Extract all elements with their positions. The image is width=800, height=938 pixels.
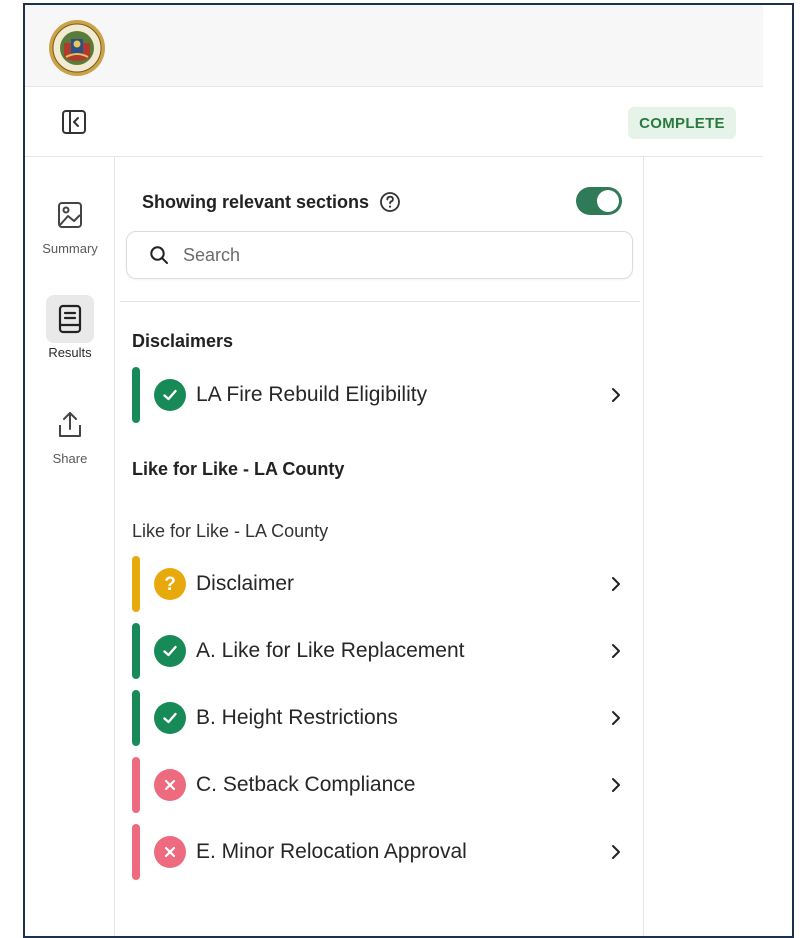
x-icon	[154, 836, 186, 868]
relevant-sections-toggle[interactable]	[576, 187, 622, 215]
chevron-right-icon	[606, 385, 626, 405]
result-item[interactable]: A. Like for Like Replacement	[132, 623, 632, 679]
status-bar	[132, 367, 140, 423]
nav-label-results: Results	[48, 345, 92, 360]
sidebar-collapse-icon	[62, 110, 86, 134]
nav-item-share[interactable]: Share	[25, 401, 115, 466]
status-bar	[132, 824, 140, 880]
check-icon	[154, 379, 186, 411]
check-icon	[154, 635, 186, 667]
result-item[interactable]: B. Height Restrictions	[132, 690, 632, 746]
chevron-right-icon	[606, 708, 626, 728]
result-label: Disclaimer	[196, 572, 295, 595]
nav-label-share: Share	[52, 451, 88, 466]
status-badge: COMPLETE	[628, 107, 736, 139]
result-item[interactable]: E. Minor Relocation Approval	[132, 824, 632, 880]
result-label: A. Like for Like Replacement	[196, 639, 465, 662]
search-input[interactable]	[183, 244, 603, 266]
question-icon: ?	[154, 568, 186, 600]
search-icon	[150, 246, 168, 264]
left-nav-rail: Summary Results Share	[25, 157, 115, 936]
result-item[interactable]: ? Disclaimer	[132, 556, 632, 612]
x-icon	[154, 769, 186, 801]
results-panel: Showing relevant sections Disclaimers	[116, 157, 644, 936]
toolbar: COMPLETE	[25, 87, 763, 157]
chevron-right-icon	[606, 641, 626, 661]
sidebar-collapse-button[interactable]	[59, 107, 89, 137]
chevron-right-icon	[606, 842, 626, 862]
check-icon	[154, 702, 186, 734]
section-heading-disclaimers: Disclaimers	[132, 331, 234, 351]
share-icon	[46, 401, 94, 449]
county-seal-logo	[48, 19, 106, 77]
top-header	[25, 5, 763, 87]
status-bar	[132, 690, 140, 746]
document-icon	[46, 295, 94, 343]
app-window: COMPLETE Summary Results Share Showing r…	[23, 3, 794, 938]
status-bar	[132, 556, 140, 612]
nav-item-results[interactable]: Results	[25, 295, 115, 360]
result-label: E. Minor Relocation Approval	[196, 840, 467, 863]
chevron-right-icon	[606, 574, 626, 594]
section-heading-like-for-like: Like for Like - LA County	[132, 459, 345, 479]
chevron-right-icon	[606, 775, 626, 795]
search-box[interactable]	[126, 231, 633, 279]
result-label: B. Height Restrictions	[196, 706, 398, 729]
result-label: LA Fire Rebuild Eligibility	[196, 383, 428, 406]
nav-label-summary: Summary	[42, 241, 98, 256]
help-icon[interactable]	[379, 191, 401, 213]
toggle-knob	[597, 190, 619, 212]
nav-item-summary[interactable]: Summary	[25, 191, 115, 256]
result-item[interactable]: LA Fire Rebuild Eligibility	[132, 367, 632, 423]
result-label: C. Setback Compliance	[196, 773, 416, 796]
status-bar	[132, 623, 140, 679]
result-item[interactable]: C. Setback Compliance	[132, 757, 632, 813]
divider	[120, 301, 640, 302]
relevant-sections-label: Showing relevant sections	[142, 191, 370, 212]
relevant-sections-row: Showing relevant sections	[142, 187, 622, 217]
image-icon	[46, 191, 94, 239]
section-subheading-like-for-like: Like for Like - LA County	[132, 521, 329, 541]
status-bar	[132, 757, 140, 813]
